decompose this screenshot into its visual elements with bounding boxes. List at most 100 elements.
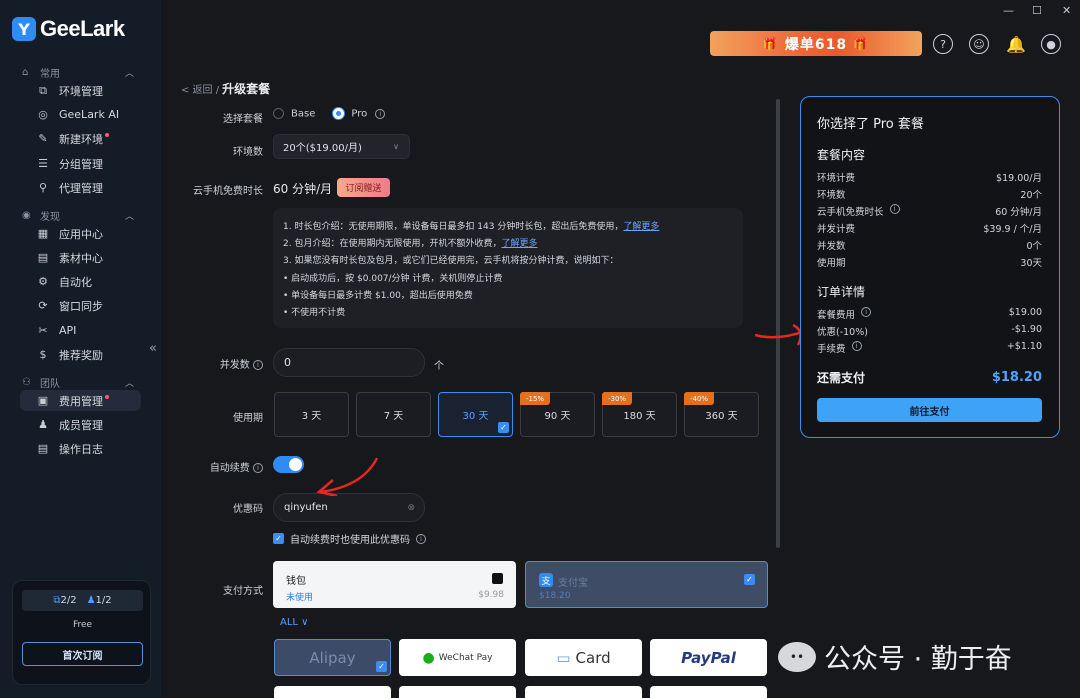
- alipay-icon: 支: [539, 573, 553, 587]
- info-icon[interactable]: i: [253, 360, 263, 370]
- info-line: • 不使用不计费: [283, 308, 346, 319]
- method-more[interactable]: [650, 686, 767, 698]
- method-more[interactable]: [274, 686, 391, 698]
- learn-more-link[interactable]: 了解更多: [501, 239, 537, 249]
- sidebar-item-apps[interactable]: ▦ 应用中心: [22, 223, 140, 244]
- alipay-name: 支付宝: [558, 578, 588, 589]
- maximize-icon[interactable]: ☐: [1032, 4, 1042, 17]
- back-link[interactable]: < 返回 /: [181, 85, 219, 96]
- period-3-days[interactable]: 3 天: [274, 392, 349, 437]
- radio-pro[interactable]: Pro: [333, 108, 367, 120]
- period-90-days[interactable]: -15% 90 天: [520, 392, 595, 437]
- info-icon[interactable]: i: [253, 463, 263, 473]
- help-icon[interactable]: ?: [933, 34, 953, 54]
- watermark: •• 公众号 · 勤于奋: [778, 637, 1012, 676]
- sidebar-item-materials[interactable]: ▤ 素材中心: [22, 247, 140, 268]
- logo[interactable]: Y GeeLark: [12, 16, 125, 42]
- row-value: $19.00/月: [996, 173, 1042, 184]
- chevron-up-icon: ︿: [124, 212, 134, 222]
- promo-banner[interactable]: 🎁 爆单618 🎁: [710, 31, 922, 56]
- sidebar-item-automation[interactable]: ⚙ 自动化: [22, 271, 140, 292]
- bell-icon[interactable]: 🔔: [1006, 34, 1026, 54]
- row-key: 优惠(-10%): [817, 327, 868, 338]
- billing-icon: ▣: [37, 393, 49, 407]
- info-icon[interactable]: i: [889, 204, 900, 214]
- period-label-text: 90 天: [544, 411, 571, 422]
- user-icon[interactable]: ●: [1041, 34, 1061, 54]
- proxy-icon: ⚲: [38, 180, 48, 194]
- all-methods-toggle[interactable]: ALL ∨: [280, 617, 308, 628]
- row-key: 并发计费: [817, 224, 856, 235]
- info-icon[interactable]: i: [416, 533, 426, 544]
- info-line: 1. 时长包介绍：无使用期限，单设备每日最多扣 143 分钟时长包，超出后免费使…: [283, 219, 733, 236]
- sidebar-item-members[interactable]: ♟ 成员管理: [22, 414, 140, 435]
- info-icon[interactable]: i: [375, 108, 386, 119]
- sidebar-item-logs[interactable]: ▤ 操作日志: [22, 438, 140, 459]
- order-title: 订单详情: [817, 285, 866, 299]
- sidebar-item-referral[interactable]: $ 推荐奖励: [22, 344, 140, 365]
- section-common[interactable]: ⌂ 常用 ︿: [22, 65, 134, 80]
- pin-icon: ⌂: [22, 66, 29, 78]
- period-7-days[interactable]: 7 天: [356, 392, 431, 437]
- sidebar-item-groups[interactable]: ☰ 分组管理: [22, 153, 140, 174]
- env-icon: ⧉: [39, 83, 47, 97]
- minimize-icon[interactable]: —: [1003, 4, 1014, 17]
- learn-more-link[interactable]: 了解更多: [623, 222, 659, 232]
- row-value: 60 分钟/月: [995, 207, 1042, 218]
- support-icon[interactable]: ☺: [969, 34, 989, 54]
- row-key: 使用期: [817, 258, 846, 269]
- period-180-days[interactable]: -30% 180 天: [602, 392, 677, 437]
- chevron-up-icon: ︿: [124, 69, 134, 79]
- info-line: 3. 如果您没有时长包及包月，或它们已经使用完，云手机将按分钟计费，说明如下：: [283, 256, 619, 267]
- sidebar-item-ai[interactable]: ◎ GeeLark AI: [22, 104, 140, 125]
- info-icon[interactable]: i: [861, 307, 872, 317]
- sidebar-item-new-env[interactable]: ✎ 新建环境: [22, 128, 140, 149]
- automation-icon: ⚙: [38, 274, 48, 288]
- alipay-option[interactable]: 支 支付宝 $18.20 ✓: [525, 561, 768, 608]
- close-icon[interactable]: ✕: [1062, 4, 1071, 17]
- sidebar-item-billing[interactable]: ▣ 费用管理: [20, 390, 141, 411]
- wallet-option[interactable]: 钱包 未使用 $9.98: [273, 561, 516, 608]
- first-subscribe-button[interactable]: 首次订阅: [22, 642, 143, 666]
- chevron-up-icon: ︿: [124, 379, 134, 389]
- sidebar-item-sync[interactable]: ⟳ 窗口同步: [22, 295, 140, 316]
- plan-radio-group: Base Pro i: [273, 108, 386, 120]
- cloud-free-value: 60 分钟/月: [273, 182, 333, 196]
- method-card[interactable]: ▭ Card: [525, 639, 642, 676]
- coupon-auto-checkbox[interactable]: ✓ 自动续费时也使用此优惠码 i: [273, 531, 426, 546]
- section-label: 发现: [40, 212, 60, 223]
- concurrency-input[interactable]: 0: [273, 348, 425, 377]
- method-alipay[interactable]: Alipay ✓: [274, 639, 391, 676]
- auto-renew-toggle[interactable]: [273, 456, 304, 473]
- sidebar-item-label: API: [59, 324, 77, 337]
- section-discover[interactable]: ◉ 发现 ︿: [22, 208, 134, 223]
- wallet-amount: $9.98: [478, 590, 504, 600]
- method-more[interactable]: [399, 686, 516, 698]
- info-text: 2. 包月介绍：在使用期内无限使用，开机不额外收费，: [283, 239, 502, 250]
- radio-base[interactable]: Base: [273, 108, 315, 120]
- pay-button[interactable]: 前往支付: [817, 398, 1042, 422]
- clear-icon[interactable]: ⊗: [407, 503, 415, 513]
- sidebar-item-proxy[interactable]: ⚲ 代理管理: [22, 177, 140, 198]
- env-count-select[interactable]: 20个($19.00/月) ∨: [273, 134, 410, 159]
- main-content: < 返回 / 升级套餐 选择套餐 Base Pro i 环境数 20个($19.0…: [163, 68, 1080, 698]
- collapse-sidebar-icon[interactable]: «: [149, 341, 157, 356]
- plan-name: Free: [72, 620, 93, 630]
- method-more[interactable]: [525, 686, 642, 698]
- discount-tag: -40%: [684, 392, 715, 405]
- period-360-days[interactable]: -40% 360 天: [684, 392, 759, 437]
- section-team[interactable]: ⚇ 团队 ︿: [22, 375, 134, 390]
- sidebar-item-api[interactable]: ✂ API: [22, 320, 140, 341]
- coupon-input[interactable]: qinyufen ⊗: [273, 493, 425, 522]
- row-value: $39.9 / 个/月: [983, 224, 1042, 235]
- sidebar-item-env[interactable]: ⧉ 环境管理: [22, 80, 140, 101]
- period-30-days[interactable]: 30 天 ✓: [438, 392, 513, 437]
- row-value: +$1.10: [1006, 341, 1042, 352]
- info-icon[interactable]: i: [851, 341, 862, 351]
- order-row: 优惠(-10%) -$1.90: [817, 324, 1042, 338]
- plan-box: ⧉2/2 ♟1/2 Free 首次订阅: [12, 580, 151, 685]
- checkbox-checked-icon: ✓: [273, 533, 284, 544]
- sidebar-item-label: 素材中心: [59, 251, 103, 265]
- method-paypal[interactable]: PayPal: [650, 639, 767, 676]
- method-wechat[interactable]: ● WeChat Pay: [399, 639, 516, 676]
